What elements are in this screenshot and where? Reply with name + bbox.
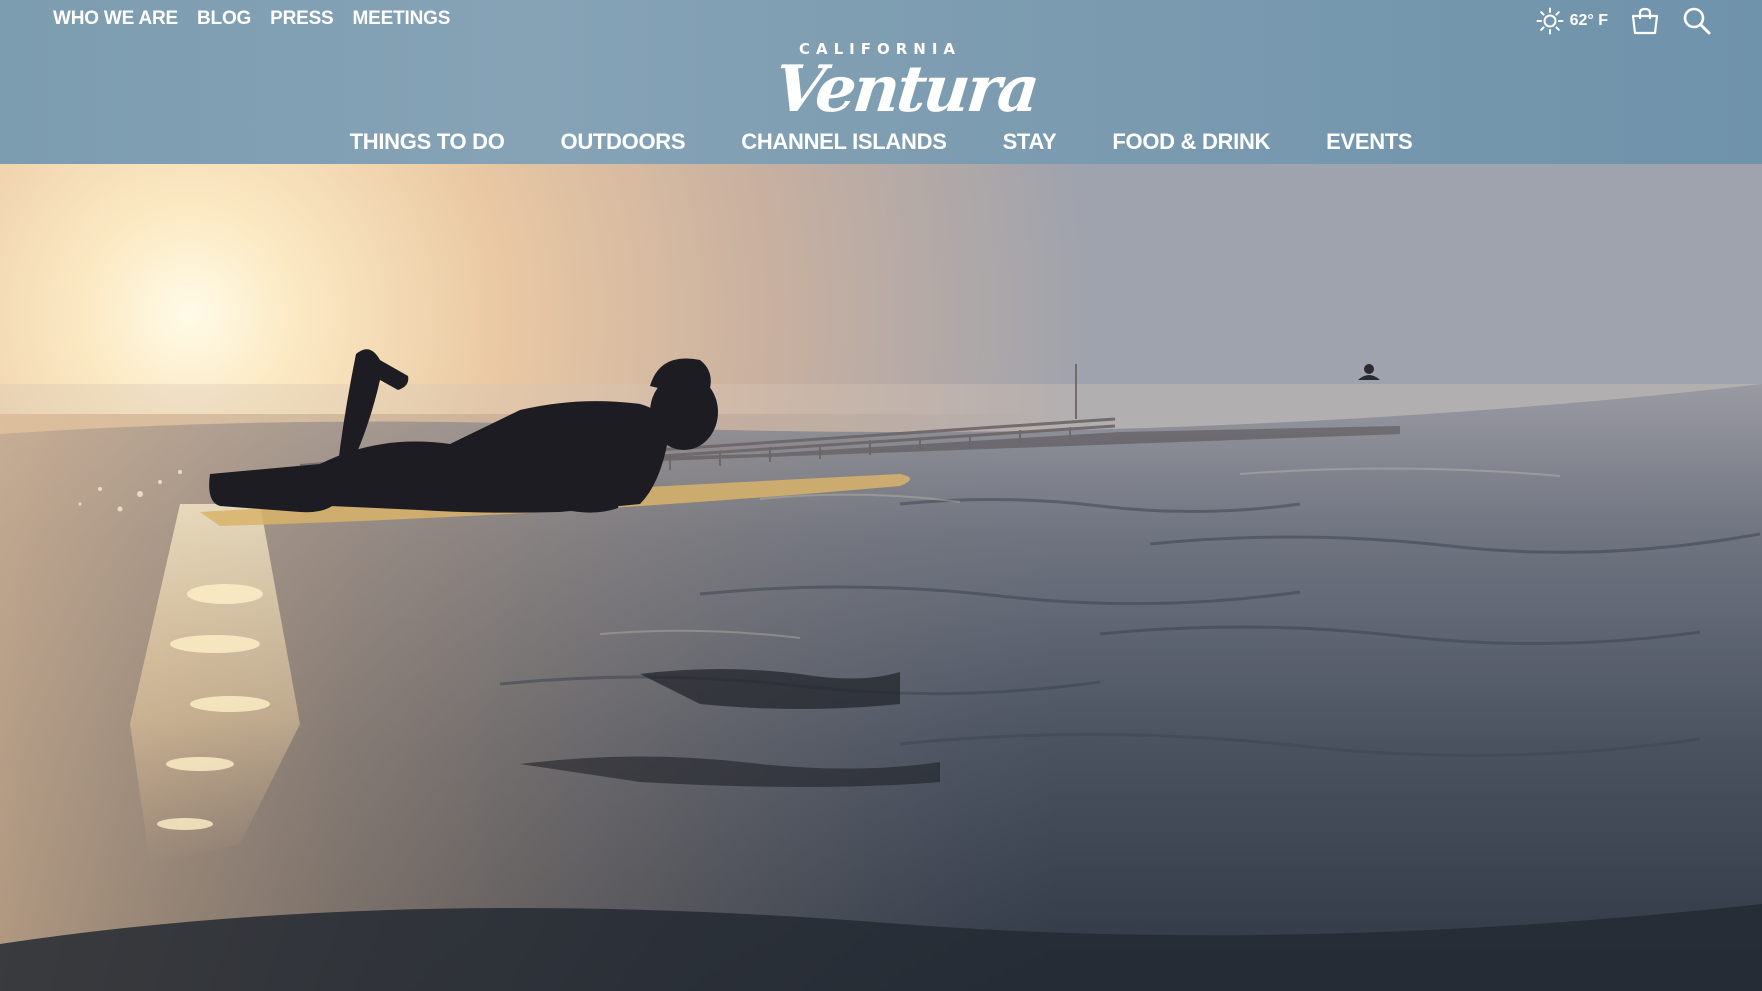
- site-header: WHO WE ARE BLOG PRESS MEETINGS 62° F CAL…: [0, 0, 1762, 164]
- hero-image: [0, 164, 1762, 991]
- nav-food-drink[interactable]: FOOD & DRINK: [1112, 129, 1270, 155]
- shopping-bag-icon[interactable]: [1630, 7, 1660, 35]
- utility-link-blog[interactable]: BLOG: [197, 8, 251, 30]
- utility-nav: WHO WE ARE BLOG PRESS MEETINGS: [53, 8, 450, 30]
- hero-surfer-scene: [0, 164, 1762, 991]
- logo-script-text: Ventura: [771, 52, 1041, 127]
- main-nav: THINGS TO DO OUTDOORS CHANNEL ISLANDS ST…: [0, 129, 1762, 155]
- utility-link-who-we-are[interactable]: WHO WE ARE: [53, 8, 178, 30]
- search-icon[interactable]: [1682, 6, 1712, 36]
- site-logo[interactable]: CALIFORNIA Ventura: [771, 38, 1040, 132]
- header-tools: 62° F: [1536, 6, 1712, 36]
- nav-events[interactable]: EVENTS: [1326, 129, 1413, 155]
- nav-channel-islands[interactable]: CHANNEL ISLANDS: [741, 129, 947, 155]
- nav-stay[interactable]: STAY: [1003, 129, 1057, 155]
- utility-link-press[interactable]: PRESS: [270, 8, 334, 30]
- weather-temperature: 62° F: [1569, 12, 1608, 29]
- page: WHO WE ARE BLOG PRESS MEETINGS 62° F CAL…: [0, 0, 1762, 991]
- utility-link-meetings[interactable]: MEETINGS: [353, 8, 451, 30]
- sun-icon: [1536, 7, 1564, 35]
- weather-widget: 62° F: [1536, 7, 1608, 35]
- nav-things-to-do[interactable]: THINGS TO DO: [350, 129, 505, 155]
- nav-outdoors[interactable]: OUTDOORS: [561, 129, 686, 155]
